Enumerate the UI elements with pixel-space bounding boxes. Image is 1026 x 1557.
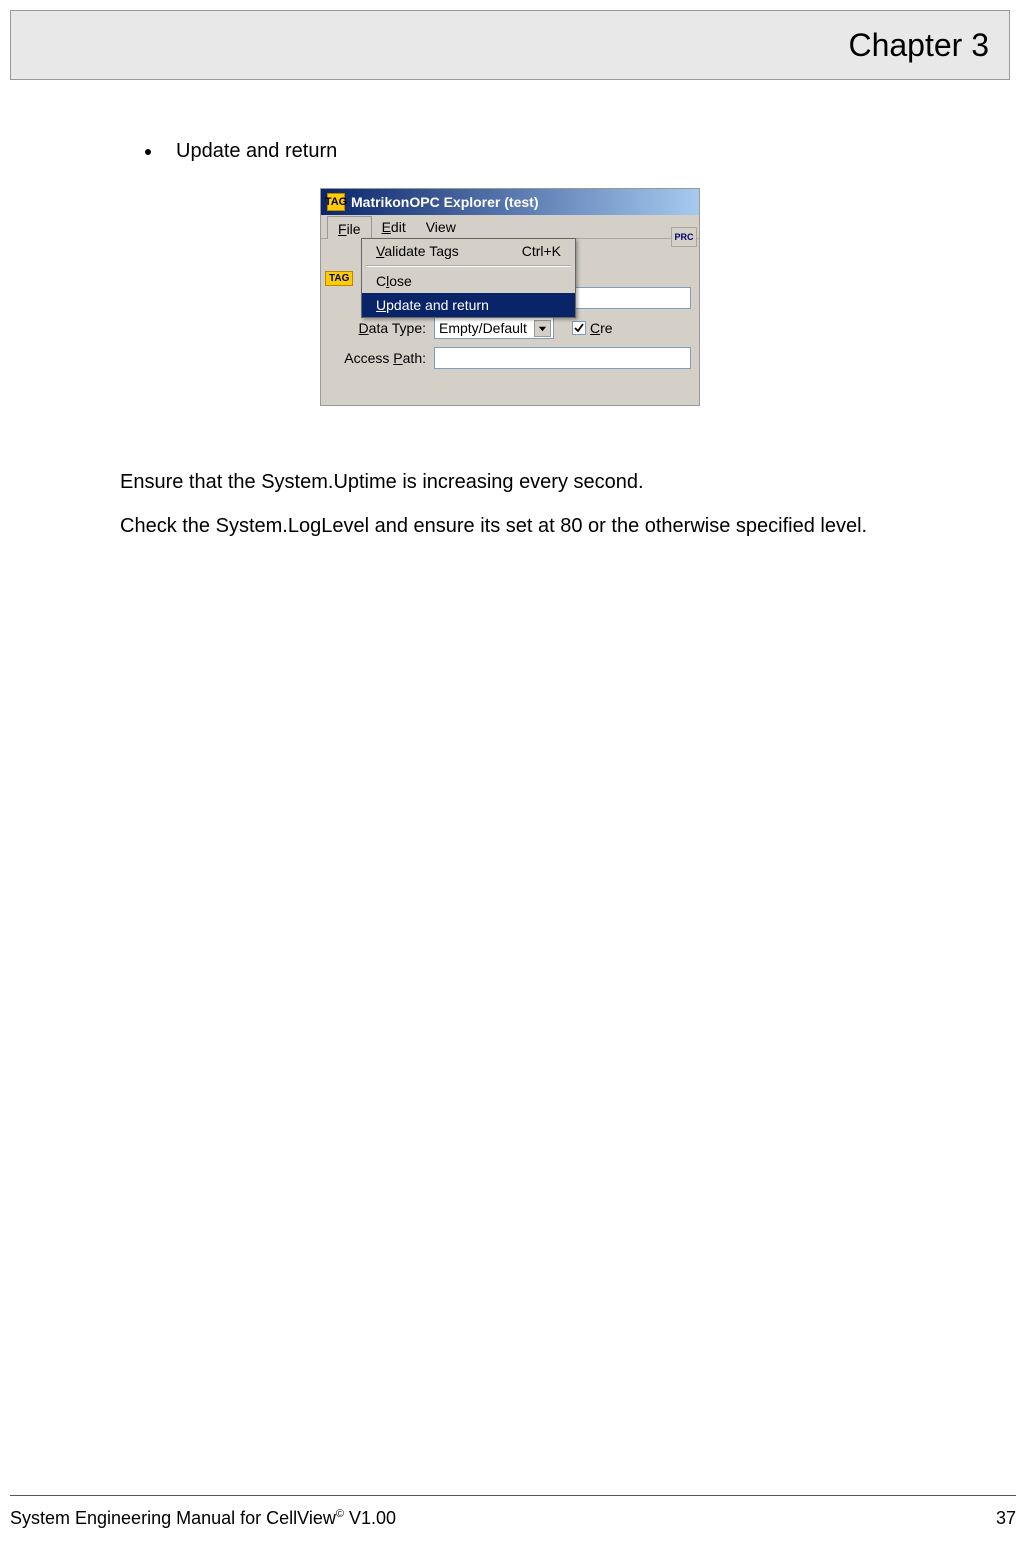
create-checkbox-label: Cre [590,320,613,336]
menu-file[interactable]: File [327,216,372,239]
file-dropdown: Validate Tags Ctrl+K Close Update and re… [361,238,576,318]
instruction-loglevel: Check the System.LogLevel and ensure its… [120,510,900,542]
page-footer: System Engineering Manual for CellView© … [10,1495,1016,1529]
chevron-down-icon [534,320,551,337]
access-path-label: Access Path: [329,350,434,366]
app-icon: TAG [327,193,345,211]
page-number: 37 [996,1508,1016,1529]
data-type-value: Empty/Default [439,320,527,336]
bullet-text: Update and return [176,140,337,163]
access-path-input[interactable] [434,347,691,369]
menu-update-and-return[interactable]: Update and return [362,293,575,317]
menu-edit[interactable]: Edit [372,215,416,238]
window-title: MatrikonOPC Explorer (test) [351,194,538,210]
instruction-uptime: Ensure that the System.Uptime is increas… [120,466,900,498]
create-checkbox[interactable] [572,321,586,335]
app-window: TAG MatrikonOPC Explorer (test) File Edi… [320,188,700,406]
bullet-dot-icon [145,149,151,155]
menubar: File Edit View [321,215,699,239]
menu-validate-tags[interactable]: Validate Tags Ctrl+K [362,239,575,263]
data-type-select[interactable]: Empty/Default [434,317,554,339]
data-type-label: Data Type: [329,320,434,336]
menu-close[interactable]: Close [362,269,575,293]
page-header: Chapter 3 [10,10,1010,80]
menu-view[interactable]: View [416,215,466,238]
window-titlebar: TAG MatrikonOPC Explorer (test) [321,189,699,215]
menu-separator [366,265,571,267]
toolbar-button-partial[interactable]: PRC [671,227,697,247]
chapter-title: Chapter 3 [848,27,989,64]
tag-badge-icon: TAG [325,271,353,286]
shortcut-label: Ctrl+K [522,243,561,259]
bullet-item: Update and return [120,140,900,163]
footer-doc-title: System Engineering Manual for CellView© … [10,1508,396,1529]
